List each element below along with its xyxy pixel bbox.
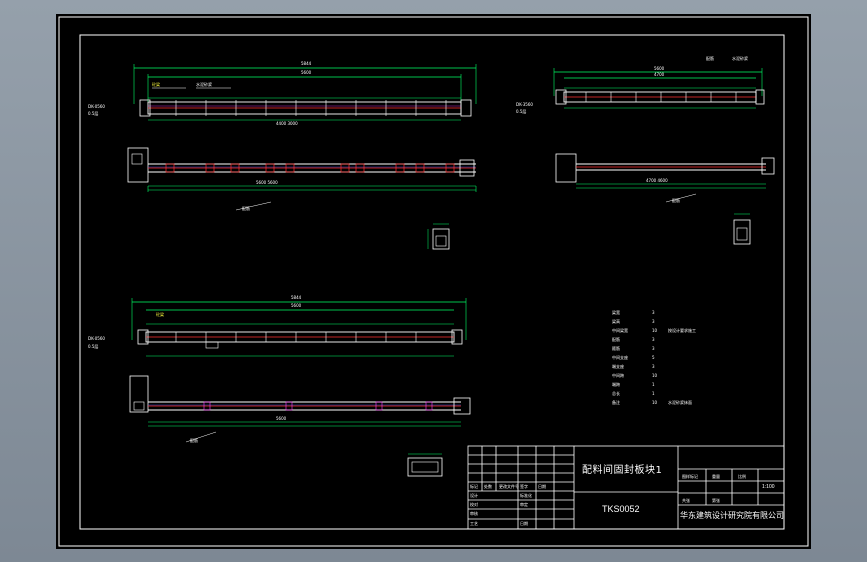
svg-text:工艺: 工艺 bbox=[470, 521, 478, 526]
svg-text:共张: 共张 bbox=[682, 497, 690, 503]
detail-small-2 bbox=[733, 213, 751, 245]
svg-text:水泥砂浆抹面: 水泥砂浆抹面 bbox=[668, 399, 692, 405]
svg-text:4700: 4700 bbox=[654, 72, 665, 77]
svg-text:DK-0560: DK-0560 bbox=[88, 336, 105, 341]
svg-text:3: 3 bbox=[652, 364, 655, 369]
drawing-sheet: 5844 5600 砼梁 水泥砂浆 4400 3000 DK-0560 0.5层 bbox=[56, 14, 811, 549]
svg-text:1: 1 bbox=[652, 391, 655, 396]
top-right-plan: 4700 4600 配筋 bbox=[555, 153, 775, 203]
svg-text:5844: 5844 bbox=[301, 61, 312, 66]
top-right-elevation: 配筋 水泥砂浆 5600 4700 DK-3560 0.5层 bbox=[516, 55, 765, 114]
svg-text:3: 3 bbox=[652, 319, 655, 324]
inner-frame bbox=[79, 34, 785, 530]
cad-drawing: 5844 5600 砼梁 水泥砂浆 4400 3000 DK-0560 0.5层 bbox=[58, 16, 809, 547]
outer-frame bbox=[58, 16, 809, 547]
svg-text:总长: 总长 bbox=[612, 390, 620, 396]
svg-text:设计: 设计 bbox=[470, 492, 478, 498]
svg-text:0.5层: 0.5层 bbox=[88, 110, 98, 116]
svg-text:审核: 审核 bbox=[470, 510, 478, 516]
svg-text:更改文件号: 更改文件号 bbox=[499, 483, 519, 489]
svg-text:5: 5 bbox=[652, 355, 655, 360]
svg-text:重量: 重量 bbox=[712, 473, 720, 479]
svg-text:配筋: 配筋 bbox=[612, 336, 620, 342]
svg-text:箍筋: 箍筋 bbox=[612, 345, 620, 351]
svg-text:中间跨: 中间跨 bbox=[612, 372, 624, 378]
svg-text:配筋: 配筋 bbox=[190, 437, 198, 443]
svg-text:处数: 处数 bbox=[484, 483, 492, 489]
svg-text:5600 5600: 5600 5600 bbox=[256, 180, 278, 185]
drawing-title: 配料间固封板块1 bbox=[582, 465, 663, 476]
svg-text:配筋: 配筋 bbox=[242, 205, 250, 211]
svg-text:3: 3 bbox=[652, 310, 655, 315]
svg-text:4700 4600: 4700 4600 bbox=[646, 178, 668, 183]
svg-text:1: 1 bbox=[652, 382, 655, 387]
svg-text:3: 3 bbox=[652, 337, 655, 342]
bottom-left-elevation: 5844 5600 砼梁 DK-0560 0.5层 bbox=[88, 295, 467, 357]
scale-value: 1:100 bbox=[762, 484, 775, 490]
top-left-plan: 5600 5600 配筋 bbox=[127, 147, 477, 211]
top-left-elevation: 5844 5600 砼梁 水泥砂浆 4400 3000 DK-0560 0.5层 bbox=[88, 61, 477, 126]
svg-text:校对: 校对 bbox=[470, 501, 478, 507]
svg-text:备注: 备注 bbox=[612, 399, 620, 405]
svg-text:砼梁: 砼梁 bbox=[156, 311, 164, 317]
svg-text:砼梁: 砼梁 bbox=[152, 81, 160, 87]
svg-text:水泥砂浆: 水泥砂浆 bbox=[732, 55, 748, 61]
svg-text:水泥砂浆: 水泥砂浆 bbox=[196, 81, 212, 87]
org-name: 华东建筑设计研究院有限公司 bbox=[680, 511, 784, 520]
svg-text:审定: 审定 bbox=[520, 501, 528, 507]
svg-text:5600: 5600 bbox=[301, 70, 312, 75]
svg-text:端支座: 端支座 bbox=[612, 363, 624, 369]
svg-text:10: 10 bbox=[652, 328, 658, 333]
svg-text:5600: 5600 bbox=[291, 303, 302, 308]
svg-text:5844: 5844 bbox=[291, 295, 302, 300]
svg-text:10: 10 bbox=[652, 400, 658, 405]
svg-text:DK-3560: DK-3560 bbox=[516, 102, 533, 107]
detail-small-1 bbox=[427, 223, 450, 250]
svg-text:中间支座: 中间支座 bbox=[612, 354, 628, 360]
svg-text:配筋: 配筋 bbox=[672, 197, 680, 203]
detail-small-3 bbox=[407, 453, 443, 477]
svg-text:3: 3 bbox=[652, 346, 655, 351]
svg-text:0.5层: 0.5层 bbox=[88, 343, 98, 349]
svg-text:日期: 日期 bbox=[520, 520, 528, 526]
svg-text:5600: 5600 bbox=[276, 416, 287, 421]
svg-text:配筋: 配筋 bbox=[706, 55, 714, 61]
svg-text:比例: 比例 bbox=[738, 473, 746, 479]
svg-text:标记: 标记 bbox=[470, 483, 478, 489]
svg-text:签字: 签字 bbox=[520, 483, 528, 489]
svg-text:5600: 5600 bbox=[654, 66, 665, 71]
bottom-left-plan: 5600 配筋 bbox=[129, 375, 471, 443]
svg-text:0.5层: 0.5层 bbox=[516, 108, 526, 114]
svg-text:第张: 第张 bbox=[712, 497, 720, 503]
svg-text:4400 3000: 4400 3000 bbox=[276, 121, 298, 126]
svg-text:梁高: 梁高 bbox=[612, 318, 620, 324]
drawing-number: TKS0052 bbox=[602, 504, 640, 514]
svg-text:10: 10 bbox=[652, 373, 658, 378]
svg-text:图样标记: 图样标记 bbox=[682, 473, 698, 479]
svg-text:中间梁宽: 中间梁宽 bbox=[612, 327, 628, 333]
notes-list: 梁宽 3 梁高 3 中间梁宽 10 按设计要求施工 配筋 3 箍筋 3 中间支座 5 端支座 3… bbox=[612, 309, 696, 405]
svg-text:DK-0560: DK-0560 bbox=[88, 104, 105, 109]
svg-text:端跨: 端跨 bbox=[612, 381, 620, 387]
svg-text:日期: 日期 bbox=[538, 483, 546, 489]
svg-text:标准化: 标准化 bbox=[520, 492, 532, 498]
svg-text:按设计要求施工: 按设计要求施工 bbox=[668, 327, 696, 333]
svg-text:梁宽: 梁宽 bbox=[612, 309, 620, 315]
